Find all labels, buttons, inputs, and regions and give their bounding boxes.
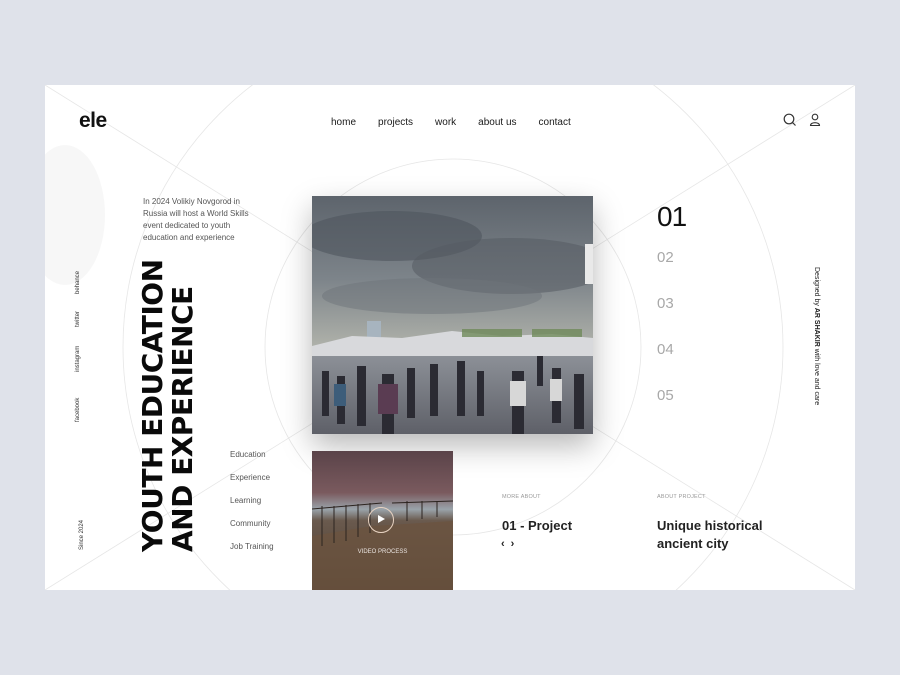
slide-pagination: 01 02 03 04 05	[657, 201, 687, 433]
headline-line-2: AND EXPERIENCE	[166, 286, 199, 552]
headline: YOUTH EDUCATION AND EXPERIENCE	[136, 259, 199, 552]
brand-logo[interactable]: ele	[79, 109, 107, 133]
user-icon[interactable]	[807, 112, 823, 128]
credit-prefix: Designed by	[813, 267, 820, 308]
social-twitter[interactable]: twitter	[75, 311, 81, 327]
social-behance[interactable]: behance	[75, 271, 81, 294]
nav-about-us[interactable]: about us	[478, 117, 516, 128]
about-project-title: Unique historical ancient city	[657, 518, 763, 551]
nav-home[interactable]: home	[331, 117, 356, 128]
video-label: VIDEO PROCESS	[357, 549, 408, 555]
more-about-title: 01 - Project	[502, 518, 573, 533]
slide-number[interactable]: 05	[657, 387, 686, 433]
header-actions	[782, 112, 823, 128]
landing-card: ele home projects work about us contact …	[45, 85, 855, 590]
topic-list: Education Experience Learning Community …	[230, 450, 274, 565]
search-icon[interactable]	[782, 112, 798, 128]
slide-number[interactable]: 04	[657, 341, 686, 387]
topic-item[interactable]: Community	[230, 519, 274, 542]
topic-item[interactable]: Learning	[230, 496, 274, 519]
credit-suffix: with love and care	[813, 346, 820, 406]
topic-item[interactable]: Education	[230, 450, 274, 473]
about-project-kicker: ABOUT PROJECT	[657, 494, 706, 500]
intro-text: In 2024 Volikiy Novgorod in Russia will …	[143, 197, 249, 242]
slide-number[interactable]: 02	[657, 249, 686, 295]
chevron-left-icon[interactable]: ‹	[501, 538, 505, 550]
play-button[interactable]	[368, 507, 394, 533]
project-arrows: ‹ ›	[501, 538, 514, 550]
hero-photo-plaza	[312, 196, 593, 434]
social-instagram[interactable]: instagram	[75, 346, 81, 372]
credit-author: AR SHAKIR	[813, 307, 820, 347]
nav-contact[interactable]: contact	[539, 117, 571, 128]
social-facebook[interactable]: facebook	[75, 398, 81, 422]
chevron-right-icon[interactable]: ›	[511, 538, 515, 550]
topic-item[interactable]: Job Training	[230, 542, 274, 565]
topic-item[interactable]: Experience	[230, 473, 274, 496]
video-card[interactable]: VIDEO PROCESS	[312, 451, 453, 590]
more-about-kicker: MORE ABOUT	[502, 494, 541, 500]
hero-image[interactable]	[312, 196, 593, 434]
headline-line-1: YOUTH EDUCATION	[136, 259, 169, 552]
main-nav: home projects work about us contact	[331, 117, 571, 128]
since-label: Since 2024	[79, 519, 85, 550]
designer-credit: Designed by AR SHAKIR with love and care	[813, 267, 820, 405]
slide-number[interactable]: 03	[657, 295, 686, 341]
slide-number-active[interactable]: 01	[657, 201, 687, 233]
nav-projects[interactable]: projects	[378, 117, 413, 128]
nav-work[interactable]: work	[435, 117, 456, 128]
